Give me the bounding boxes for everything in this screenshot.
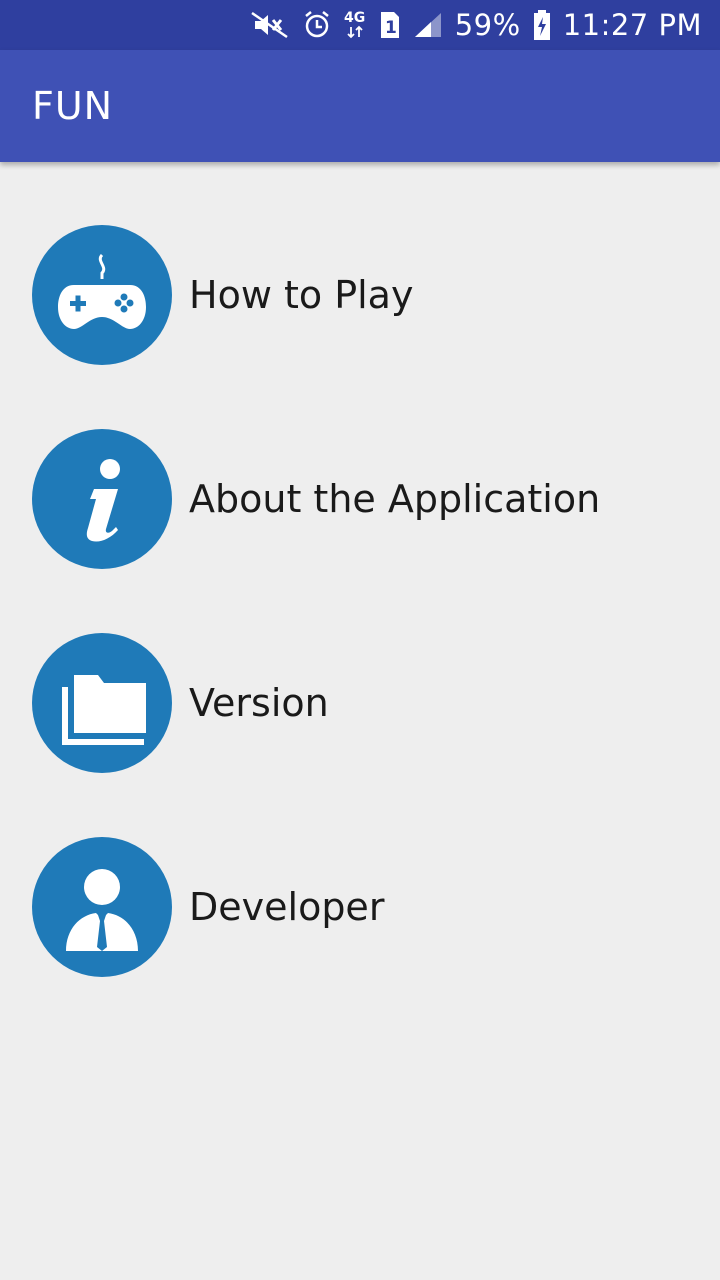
clock: 11:27 PM bbox=[562, 8, 702, 42]
alarm-icon bbox=[303, 10, 331, 40]
info-icon bbox=[32, 429, 172, 569]
mute-icon bbox=[251, 10, 291, 40]
menu-item-label: How to Play bbox=[189, 273, 414, 317]
menu-item-label: Developer bbox=[189, 885, 385, 929]
svg-text:1: 1 bbox=[385, 18, 397, 38]
gamepad-icon bbox=[32, 225, 172, 365]
network-4g-icon: 4G bbox=[343, 9, 367, 41]
menu-item-about[interactable]: About the Application bbox=[32, 428, 692, 570]
folder-icon bbox=[32, 633, 172, 773]
status-bar: 4G 1 59% 11:27 PM bbox=[0, 0, 720, 50]
menu-item-developer[interactable]: Developer bbox=[32, 836, 692, 978]
status-icons: 4G 1 59% 11:27 PM bbox=[251, 8, 702, 42]
svg-text:4G: 4G bbox=[344, 10, 365, 26]
app-title: FUN bbox=[32, 84, 114, 128]
signal-icon bbox=[413, 11, 443, 39]
person-icon bbox=[32, 837, 172, 977]
menu-item-how-to-play[interactable]: How to Play bbox=[32, 224, 692, 366]
sim-1-icon: 1 bbox=[379, 10, 401, 40]
battery-percent: 59% bbox=[454, 8, 521, 42]
menu-item-version[interactable]: Version bbox=[32, 632, 692, 774]
menu-item-label: Version bbox=[189, 681, 329, 725]
menu-item-label: About the Application bbox=[189, 477, 601, 521]
app-bar: FUN bbox=[0, 50, 720, 162]
battery-charging-icon bbox=[533, 9, 551, 41]
